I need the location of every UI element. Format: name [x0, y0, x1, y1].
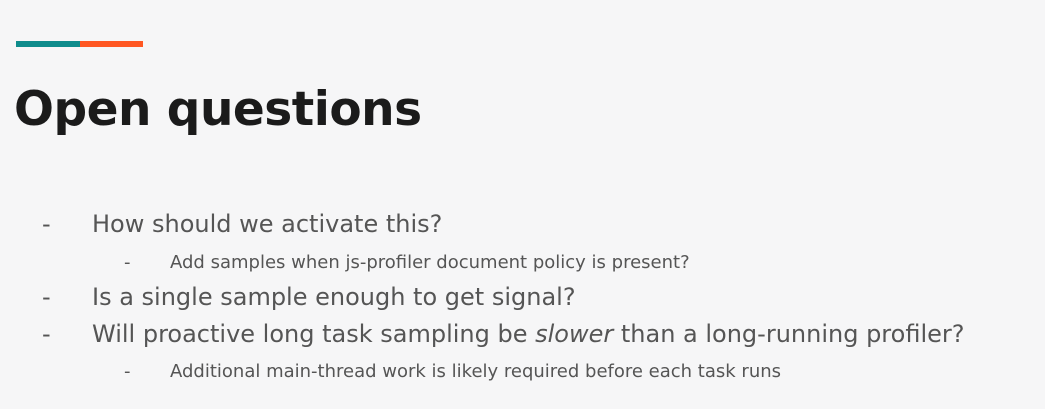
bullet-dash: -	[42, 210, 51, 238]
bullet-text: Is a single sample enough to get signal?	[92, 283, 576, 311]
bullet-text: How should we activate this?	[92, 210, 443, 238]
bullet-text-after: than a long-running profiler?	[613, 320, 965, 348]
bullet-dash: -	[42, 283, 51, 311]
accent-bar-teal	[16, 41, 80, 47]
bullet-text-emphasis: slower	[535, 320, 614, 348]
sub-bullet-text: Add samples when js-profiler document po…	[170, 252, 690, 273]
slide-title: Open questions	[14, 82, 422, 137]
sub-bullet-dash: -	[124, 361, 131, 382]
sub-bullet-text: Additional main-thread work is likely re…	[170, 361, 782, 382]
bullet-dash: -	[42, 320, 51, 348]
bullet-text: Will proactive long task sampling be slo…	[92, 319, 964, 349]
bullet-text-before: Will proactive long task sampling be	[92, 320, 536, 348]
accent-bar	[16, 41, 143, 47]
accent-bar-orange	[79, 41, 143, 47]
sub-bullet-dash: -	[124, 252, 131, 273]
